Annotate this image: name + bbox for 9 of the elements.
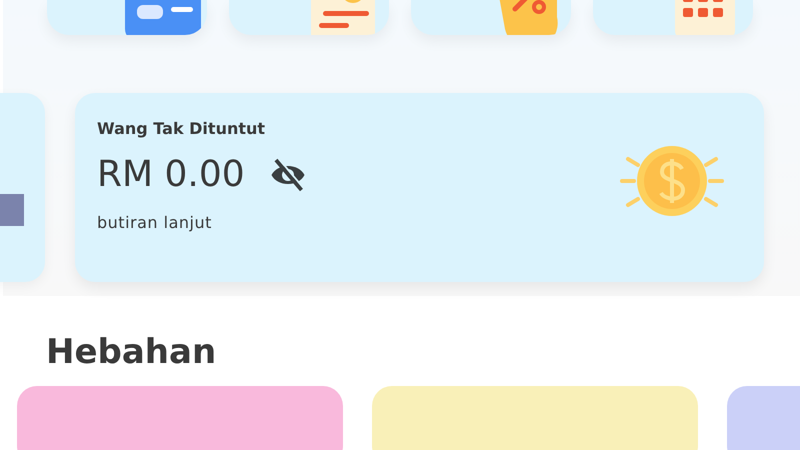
- shortcut-tile[interactable]: [47, 0, 207, 35]
- shortcut-tile[interactable]: [593, 0, 753, 35]
- card-title: Wang Tak Dituntut: [97, 119, 266, 138]
- shortcut-tile[interactable]: [229, 0, 389, 35]
- id-card-icon: [123, 0, 203, 35]
- details-link[interactable]: butiran lanjut: [97, 213, 309, 232]
- section-title: Hebahan: [46, 332, 218, 372]
- shortcut-tile[interactable]: [411, 0, 571, 35]
- balance-amount: RM 0.00: [97, 154, 245, 195]
